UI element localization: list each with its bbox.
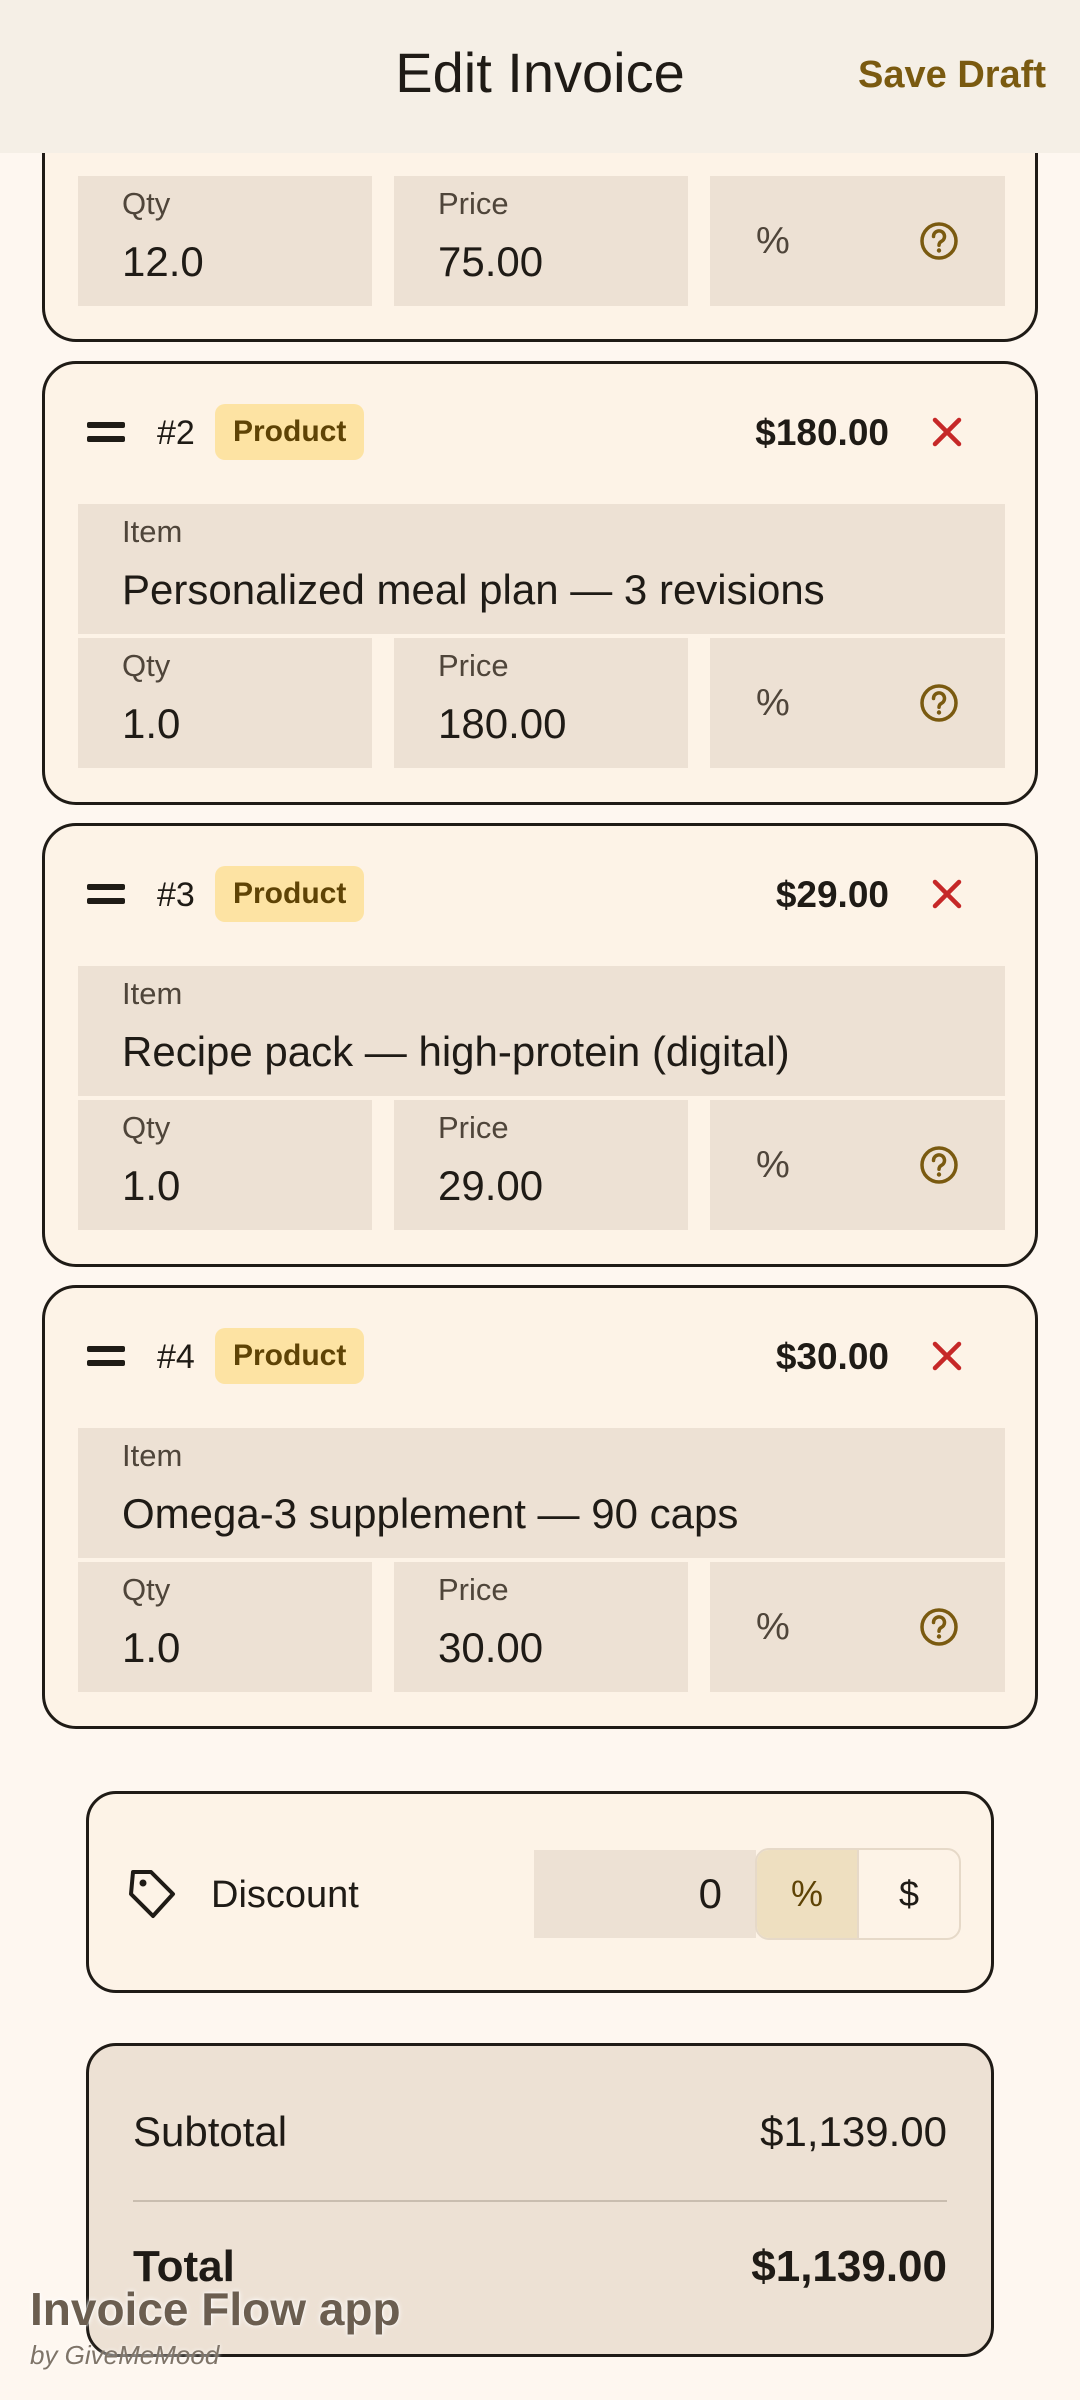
price-value: 29.00 — [438, 1162, 544, 1209]
item-number: #3 — [157, 876, 195, 914]
item-name-field[interactable]: Item Personalized meal plan — 3 revision… — [78, 504, 1005, 634]
discount-card: Discount 0 % $ — [86, 1791, 994, 1993]
help-icon[interactable] — [918, 220, 960, 262]
price-value: 180.00 — [438, 700, 567, 747]
discount-type-toggle: % $ — [755, 1848, 961, 1940]
item-type-badge: Product — [215, 866, 365, 922]
item-amount: $30.00 — [775, 1336, 889, 1377]
item-label: Item — [122, 514, 183, 549]
price-tag-icon — [129, 1870, 175, 1918]
drag-handle-icon[interactable] — [87, 1346, 125, 1372]
qty-label: Qty — [122, 186, 171, 221]
item-type-badge: Product — [215, 404, 365, 460]
item-label: Item — [122, 1438, 183, 1473]
qty-value: 12.0 — [122, 238, 204, 285]
help-icon[interactable] — [918, 682, 960, 724]
watermark-title: Invoice Flow app — [30, 2283, 401, 2335]
item-amount: $180.00 — [755, 412, 889, 453]
discount-percent-field[interactable]: % — [710, 638, 1005, 768]
price-value: 30.00 — [438, 1624, 544, 1671]
qty-label: Qty — [122, 648, 171, 683]
price-value: 75.00 — [438, 238, 544, 285]
item-amount: $29.00 — [775, 874, 889, 915]
qty-field[interactable]: Qty 12.0 — [78, 176, 372, 306]
discount-label: Discount — [211, 1874, 359, 1916]
discount-percent-field[interactable]: % — [710, 1100, 1005, 1230]
line-item-card-3: #3 Product $29.00 Item Recipe pack — hig… — [42, 823, 1038, 1267]
price-field[interactable]: Price 30.00 — [394, 1562, 688, 1692]
divider — [133, 2200, 947, 2202]
subtotal-value: $1,139.00 — [760, 2108, 947, 2155]
discount-percent-field[interactable]: % — [710, 1562, 1005, 1692]
percent-symbol: % — [756, 1144, 790, 1186]
discount-input[interactable]: 0 — [534, 1850, 756, 1938]
item-number: #2 — [157, 414, 195, 452]
save-draft-button[interactable]: Save Draft — [858, 54, 1046, 97]
qty-value: 1.0 — [122, 700, 181, 747]
line-item-card-2: #2 Product $180.00 Item Personalized mea… — [42, 361, 1038, 805]
discount-percent-field[interactable]: % — [710, 176, 1005, 306]
help-icon[interactable] — [918, 1606, 960, 1648]
subtotal-label: Subtotal — [133, 2108, 288, 2155]
drag-handle-icon[interactable] — [87, 884, 125, 910]
remove-item-icon[interactable] — [927, 412, 967, 452]
qty-label: Qty — [122, 1110, 171, 1145]
percent-symbol: % — [756, 1606, 790, 1648]
qty-field[interactable]: Qty 1.0 — [78, 638, 372, 768]
help-icon[interactable] — [918, 1144, 960, 1186]
qty-value: 1.0 — [122, 1624, 181, 1671]
item-name-value: Omega-3 supplement — 90 caps — [122, 1490, 739, 1537]
price-label: Price — [438, 648, 509, 683]
price-label: Price — [438, 186, 509, 221]
price-field[interactable]: Price 75.00 — [394, 176, 688, 306]
percent-symbol: % — [756, 682, 790, 724]
item-label: Item — [122, 976, 183, 1011]
line-item-card-4: #4 Product $30.00 Item Omega-3 supplemen… — [42, 1285, 1038, 1729]
remove-item-icon[interactable] — [927, 1336, 967, 1376]
app-watermark: Invoice Flow app by GiveMeMood — [30, 2282, 401, 2371]
item-type-badge: Product — [215, 1328, 365, 1384]
qty-value: 1.0 — [122, 1162, 181, 1209]
item-name-value: Personalized meal plan — 3 revisions — [122, 566, 825, 613]
top-app-bar: Edit Invoice Save Draft — [0, 0, 1080, 153]
total-value: $1,139.00 — [751, 2242, 947, 2291]
item-name-field[interactable]: Item Omega-3 supplement — 90 caps — [78, 1428, 1005, 1558]
discount-dollar-option[interactable]: $ — [859, 1850, 959, 1938]
price-field[interactable]: Price 29.00 — [394, 1100, 688, 1230]
item-number: #4 — [157, 1338, 195, 1376]
qty-label: Qty — [122, 1572, 171, 1607]
item-name-value: Recipe pack — high-protein (digital) — [122, 1028, 790, 1075]
item-name-field[interactable]: Item Recipe pack — high-protein (digital… — [78, 966, 1005, 1096]
qty-field[interactable]: Qty 1.0 — [78, 1100, 372, 1230]
price-label: Price — [438, 1572, 509, 1607]
price-field[interactable]: Price 180.00 — [394, 638, 688, 768]
watermark-subtitle: by GiveMeMood — [30, 2340, 220, 2370]
qty-field[interactable]: Qty 1.0 — [78, 1562, 372, 1692]
discount-percent-option[interactable]: % — [757, 1850, 859, 1938]
remove-item-icon[interactable] — [927, 874, 967, 914]
price-label: Price — [438, 1110, 509, 1145]
percent-symbol: % — [756, 220, 790, 262]
drag-handle-icon[interactable] — [87, 422, 125, 448]
